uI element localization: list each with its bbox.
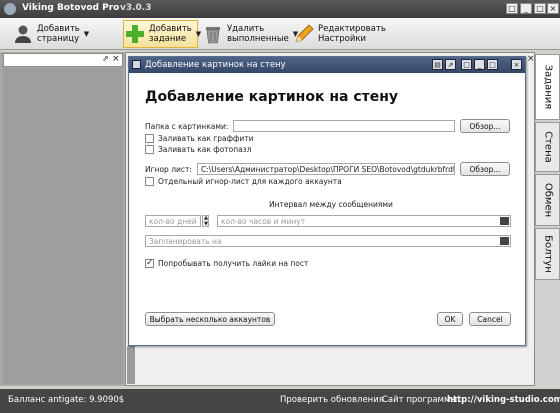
separate-ignore-checkbox[interactable]: [145, 177, 154, 186]
tab-chatter-label: Болтун: [542, 235, 553, 273]
tab-chatter[interactable]: Болтун: [535, 228, 560, 280]
tab-exchange[interactable]: Обмен: [535, 174, 560, 226]
add-task-button[interactable]: Добавить задание ▼: [123, 20, 202, 48]
interval-label: Интервал между сообщениями: [269, 200, 393, 209]
days-input[interactable]: кол-во дней: [145, 215, 201, 227]
add-page-caret-icon: ▼: [83, 30, 90, 38]
scrollbar[interactable]: [127, 346, 135, 384]
dialog-help-button[interactable]: ▤: [432, 59, 443, 70]
ok-button[interactable]: OK: [437, 312, 463, 326]
plus-icon: [126, 25, 144, 43]
ignore-list-input[interactable]: C:\Users\Администратор\Desktop\ПРОГИ SEO…: [197, 163, 455, 175]
folder-input[interactable]: [233, 120, 455, 132]
days-spinner[interactable]: ▲ ▼: [202, 215, 209, 227]
tab-exchange-label: Обмен: [542, 182, 553, 218]
add-page-label: Добавить страницу: [37, 24, 80, 44]
browse-folder-button[interactable]: Обзор...: [460, 119, 510, 133]
dialog-icon: [132, 60, 141, 69]
graffiti-label: Заливать как граффити: [158, 134, 254, 143]
dialog-heading: Добавление картинок на стену: [145, 89, 399, 105]
restore-window-button[interactable]: □: [506, 3, 518, 14]
add-task-caret-icon: ▼: [195, 30, 202, 38]
add-page-button[interactable]: Добавить страницу ▼: [12, 20, 117, 48]
add-wall-images-dialog: Добавление картинок на стену ▤ ⇗ □ _ □ ×…: [128, 56, 526, 346]
tasks-window-close-icon[interactable]: ×: [527, 54, 535, 64]
schedule-calendar-icon[interactable]: [500, 237, 509, 245]
edit-settings-label: Редактировать Настройки: [318, 24, 386, 44]
graffiti-checkbox[interactable]: [145, 134, 154, 143]
pencil-icon: [295, 24, 314, 43]
browse-ignore-button[interactable]: Обзор...: [460, 162, 510, 176]
schedule-input[interactable]: Запланировать на: [145, 235, 511, 247]
edit-settings-button[interactable]: Редактировать Настройки: [293, 20, 388, 48]
puzzle-checkbox[interactable]: [145, 145, 154, 154]
pin-icon[interactable]: ⇗: [102, 54, 109, 63]
accounts-list[interactable]: [3, 68, 123, 384]
dialog-close-button[interactable]: ×: [511, 59, 522, 70]
dialog-title: Добавление картинок на стену: [145, 60, 286, 70]
trash-icon: [206, 27, 220, 44]
dialog-restore-button[interactable]: □: [461, 59, 472, 70]
add-task-label: Добавить задание: [149, 24, 192, 44]
close-window-button[interactable]: ×: [547, 3, 559, 14]
hours-calendar-icon[interactable]: [500, 217, 509, 225]
accounts-filter-bar[interactable]: ⇗ ×: [3, 53, 123, 67]
status-bar: Балланс antigate: 9.9090$ Проверить обно…: [0, 389, 560, 413]
separate-ignore-label: Отдельный игнор-лист для каждого аккаунт…: [158, 177, 342, 186]
dialog-titlebar: Добавление картинок на стену ▤ ⇗ □ _ □ ×: [129, 57, 525, 73]
main-toolbar: Добавить страницу ▼ Добавить задание ▼ У…: [0, 18, 560, 50]
delete-completed-label: Удалить выполненные: [227, 24, 289, 44]
tab-wall-label: Стена: [542, 131, 553, 163]
side-tabs: Задания Стена Обмен Болтун: [535, 52, 560, 386]
user-add-icon: [15, 25, 31, 43]
minimize-window-button[interactable]: _: [520, 3, 532, 14]
hours-minutes-input[interactable]: кол-во часов и минут: [217, 215, 511, 227]
hours-placeholder: кол-во часов и минут: [221, 217, 306, 226]
dialog-minimize-button[interactable]: _: [474, 59, 485, 70]
tab-wall[interactable]: Стена: [535, 122, 560, 172]
app-title: Viking Botovod Pro: [22, 3, 120, 13]
schedule-placeholder: Запланировать на: [149, 237, 222, 246]
ignore-list-label: Игнор лист:: [145, 165, 192, 174]
spin-down-icon[interactable]: ▼: [203, 222, 209, 227]
select-accounts-button[interactable]: Выбрать несколько аккаунтов: [145, 312, 275, 326]
folder-label: Папка с картинками:: [145, 122, 229, 131]
maximize-window-button[interactable]: □: [534, 3, 546, 14]
app-version: v3.0.3: [120, 3, 152, 13]
tab-tasks-label: Задания: [542, 64, 553, 110]
days-placeholder: кол-во дней: [149, 217, 197, 226]
likes-checkbox[interactable]: [145, 258, 154, 268]
site-url-link[interactable]: http://viking-studio.com: [447, 395, 560, 405]
app-logo-icon: [4, 3, 16, 15]
tab-tasks[interactable]: Задания: [535, 54, 560, 120]
puzzle-label: Заливать как фотопазл: [158, 145, 252, 154]
close-panel-icon[interactable]: ×: [112, 54, 120, 64]
antigate-balance: Балланс antigate: 9.9090$: [8, 395, 125, 405]
check-updates-link[interactable]: Проверить обновления: [280, 395, 384, 405]
likes-label: Попробывать получить лайки на пост: [158, 259, 309, 268]
app-titlebar: Viking Botovod Pro v3.0.3 □ _ □ ×: [0, 0, 560, 18]
dialog-maximize-button[interactable]: □: [487, 59, 498, 70]
delete-completed-button[interactable]: Удалить выполненные ▼: [202, 20, 298, 48]
cancel-button[interactable]: Cancel: [469, 312, 511, 326]
dialog-pin-button[interactable]: ⇗: [445, 59, 456, 70]
